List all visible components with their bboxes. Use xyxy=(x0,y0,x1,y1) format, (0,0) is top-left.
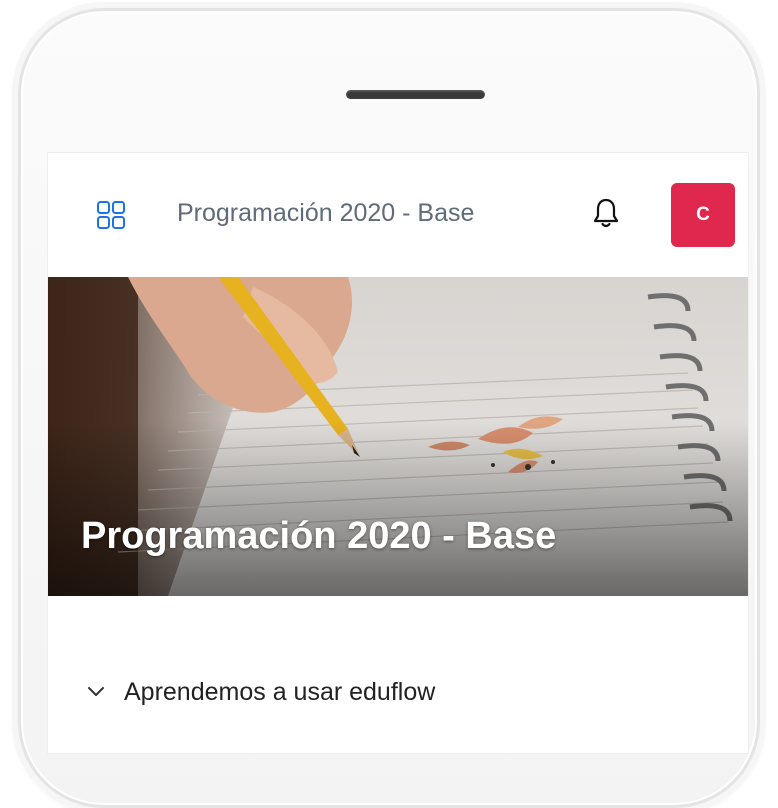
section-toggle[interactable]: Aprendemos a usar eduflow xyxy=(86,672,435,712)
app-screen: Programación 2020 - Base C Programación … xyxy=(48,153,748,753)
course-title: Programación 2020 - Base xyxy=(177,199,475,227)
course-banner: Programación 2020 - Base xyxy=(48,277,748,596)
chevron-down-icon xyxy=(88,687,104,696)
top-bar: Programación 2020 - Base C xyxy=(48,153,748,277)
section-title: Aprendemos a usar eduflow xyxy=(124,677,436,706)
grid-apps-icon[interactable] xyxy=(96,200,126,230)
bell-icon[interactable] xyxy=(592,197,620,229)
banner-title: Programación 2020 - Base xyxy=(81,515,557,557)
user-avatar[interactable]: C xyxy=(671,183,735,247)
phone-speaker xyxy=(346,90,485,99)
